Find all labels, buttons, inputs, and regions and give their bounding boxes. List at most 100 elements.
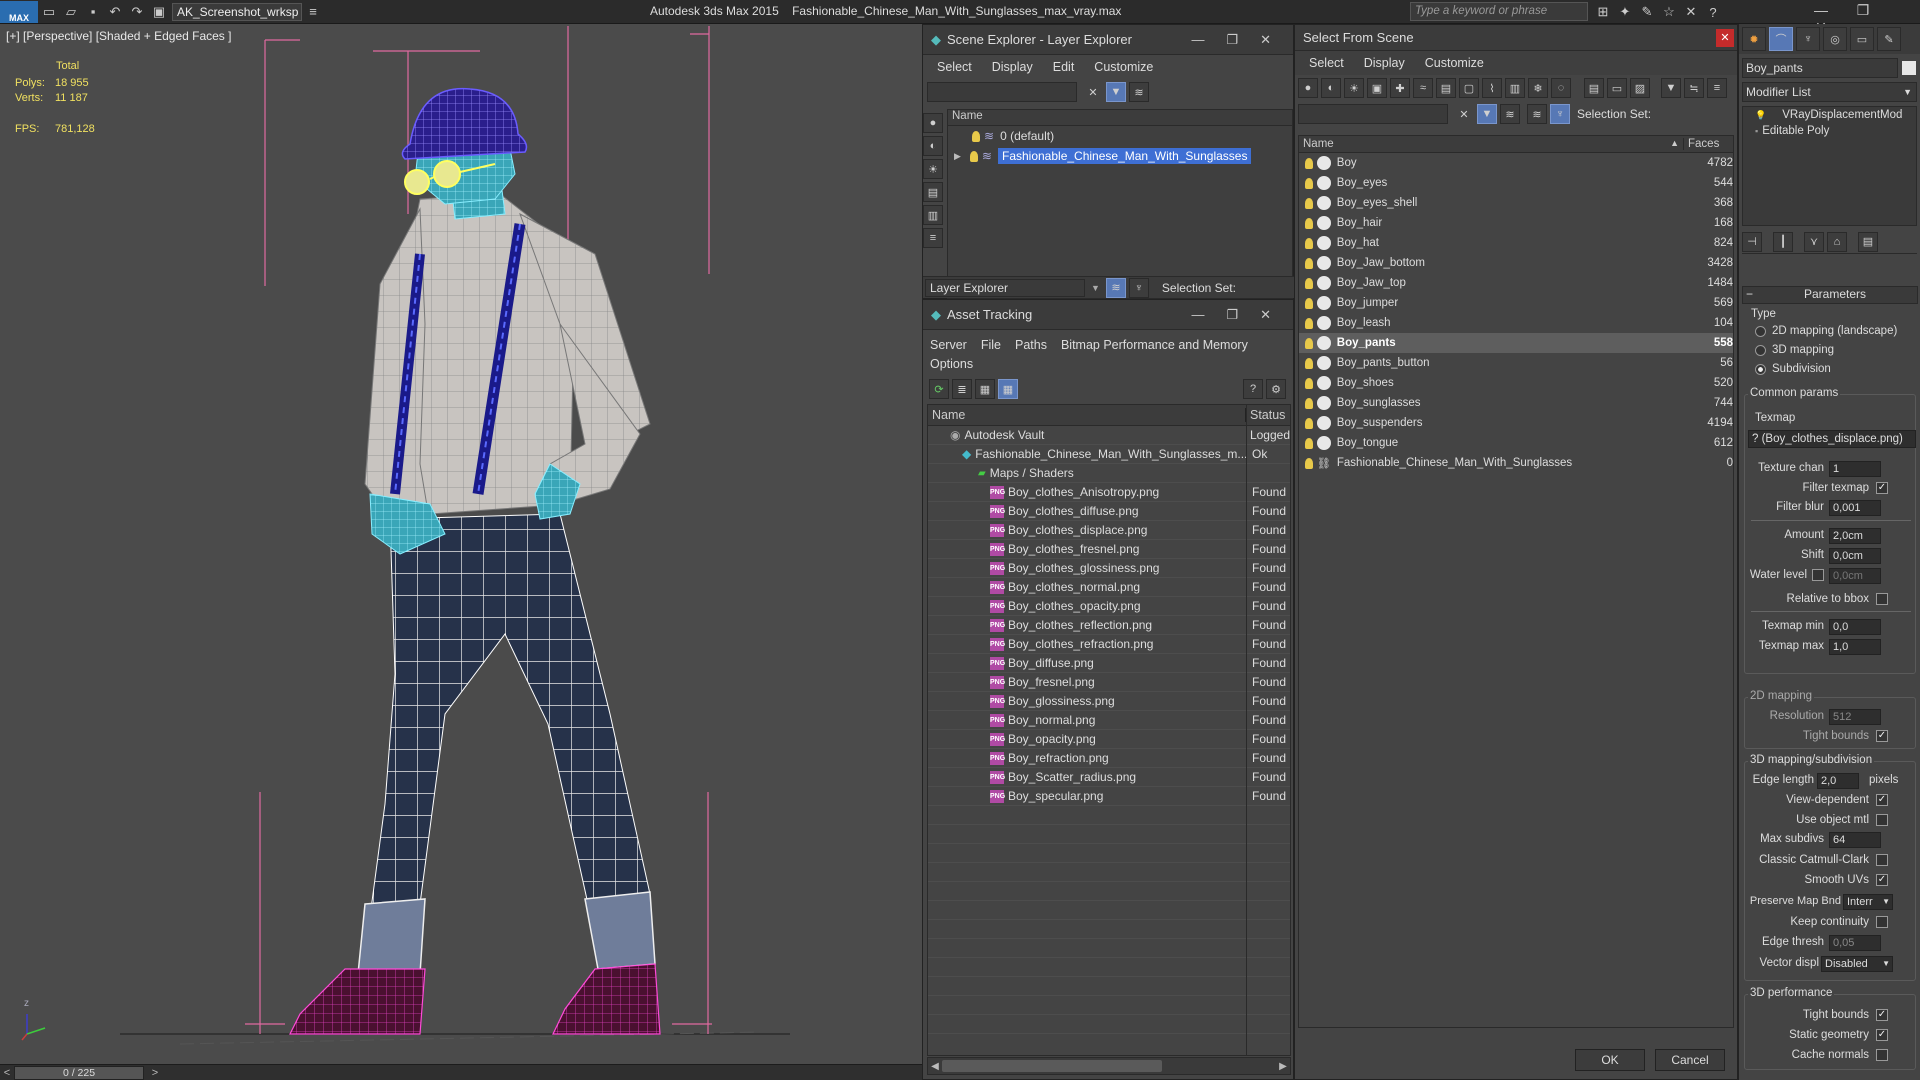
layer-list-header[interactable]: Name (948, 110, 1292, 126)
asset-row[interactable]: PNG Boy_clothes_displace.png Found (928, 521, 1290, 540)
object-row[interactable]: Boy_tongue 612 (1299, 433, 1733, 453)
static-geometry-checkbox[interactable]: ✓ (1876, 1029, 1888, 1041)
display-tab-icon[interactable]: ▭ (1850, 27, 1874, 51)
layer-row-man[interactable]: ▶ ≋ Fashionable_Chinese_Man_With_Sunglas… (948, 146, 1292, 166)
col-name-header[interactable]: Name (928, 408, 1246, 422)
menu-display[interactable]: Display (1364, 56, 1405, 70)
visibility-bulb-icon[interactable] (1305, 157, 1313, 169)
visibility-bulb-icon[interactable] (1305, 437, 1313, 449)
object-row[interactable]: Boy_suspenders 4194 (1299, 413, 1733, 433)
close-icon[interactable]: ✕ (1716, 28, 1734, 47)
thumbnail-view-icon[interactable]: ▦ (975, 379, 995, 399)
perspective-viewport[interactable]: [+] [Perspective] [Shaded + Edged Faces … (0, 24, 922, 1068)
subscription-icon[interactable]: ✦ (1614, 2, 1636, 22)
show-end-result-icon[interactable]: ┃ (1773, 231, 1793, 252)
radio-2d[interactable] (1755, 325, 1766, 337)
menu-file[interactable]: File (981, 338, 1001, 352)
asset-row[interactable]: PNG Boy_opacity.png Found (928, 730, 1290, 749)
object-row[interactable]: Boy_hair 168 (1299, 213, 1733, 233)
utilities-tab-icon[interactable]: ✎ (1877, 27, 1901, 51)
filter-groups-icon[interactable]: ▤ (1436, 78, 1456, 98)
visibility-bulb-icon[interactable] (1305, 377, 1313, 389)
menu-options[interactable]: Options (930, 357, 973, 371)
layer-explorer-icon[interactable]: ≋ (1105, 277, 1126, 298)
refresh-icon[interactable]: ⟳ (929, 379, 949, 399)
preserve-map-dropdown[interactable]: Interr ▼ (1843, 894, 1893, 910)
scene-explorer-search-input[interactable] (927, 82, 1077, 102)
select-from-scene-titlebar[interactable]: Select From Scene ✕ (1295, 25, 1737, 51)
texmap-min-spinner[interactable]: 0,0 (1829, 619, 1881, 635)
filter-bones-icon[interactable]: ⌇ (1482, 78, 1502, 98)
asset-row[interactable]: PNG Boy_Scatter_radius.png Found (928, 768, 1290, 787)
explorer-type-dropdown[interactable]: Layer Explorer (925, 278, 1085, 297)
menu-customize[interactable]: Customize (1094, 60, 1153, 74)
motion-tab-icon[interactable]: ◎ (1823, 27, 1847, 51)
type-option-subdivision[interactable]: Subdivision (1755, 363, 1831, 375)
filter-spacewarps-icon[interactable]: ≈ (1413, 78, 1433, 98)
funnel-icon[interactable]: ▼ (1661, 78, 1681, 98)
scene-explorer-titlebar[interactable]: ◆ Scene Explorer - Layer Explorer —❐✕ (923, 25, 1293, 55)
object-row[interactable]: Boy_leash 104 (1299, 313, 1733, 333)
asset-row[interactable]: PNG Boy_clothes_normal.png Found (928, 578, 1290, 597)
search-input[interactable]: Type a keyword or phrase (1410, 2, 1588, 21)
object-row[interactable]: Boy_pants 558 (1299, 333, 1733, 353)
texture-chan-spinner[interactable]: 1 (1829, 461, 1881, 477)
object-name-field[interactable]: Boy_pants (1742, 58, 1898, 78)
asset-row[interactable]: PNG Boy_clothes_Anisotropy.png Found (928, 483, 1290, 502)
max-subdivs-spinner[interactable]: 64 (1829, 832, 1881, 848)
time-slider[interactable]: < 0 / 225 > (0, 1064, 922, 1080)
layers-icon[interactable]: ≋ (1500, 104, 1520, 124)
filter-texmap-checkbox[interactable]: ✓ (1876, 482, 1888, 494)
filter-icon[interactable]: ▼ (1106, 82, 1126, 102)
make-unique-icon[interactable]: ⋎ (1804, 231, 1824, 252)
menu-display[interactable]: Display (992, 60, 1033, 74)
dropdown-arrow-icon[interactable]: ▼ (1903, 87, 1912, 97)
display-cameras-icon[interactable]: ▤ (923, 182, 943, 202)
texmap-button[interactable]: ? (Boy_clothes_displace.png) (1748, 430, 1916, 448)
app-logo[interactable]: MAX (0, 0, 38, 23)
asset-hscrollbar[interactable]: ◀ ▶ (927, 1057, 1291, 1075)
menu-edit[interactable]: Edit (1053, 60, 1075, 74)
expand-icon[interactable]: ▪ (1755, 126, 1758, 136)
hierarchy-icon[interactable]: ♆ (1128, 277, 1149, 298)
display-all-icon[interactable]: ≡ (923, 228, 943, 248)
layer-explorer-icon[interactable]: ≋ (1527, 104, 1547, 124)
col-faces-header[interactable]: Faces (1684, 138, 1719, 150)
create-tab-icon[interactable]: ✹ (1742, 27, 1766, 51)
asset-row[interactable]: PNG Boy_fresnel.png Found (928, 673, 1290, 692)
bulb-icon[interactable]: 💡 (1755, 110, 1766, 121)
filter-lights-icon[interactable]: ☀ (1344, 78, 1364, 98)
scroll-thumb[interactable] (942, 1060, 1162, 1072)
radio-subdivision[interactable] (1755, 363, 1766, 375)
visibility-bulb-icon[interactable] (1305, 197, 1313, 209)
display-lights-icon[interactable]: ☀ (923, 159, 943, 179)
menu-server[interactable]: Server (930, 338, 967, 352)
object-row[interactable]: Boy_hat 824 (1299, 233, 1733, 253)
settings-icon[interactable]: ⚙ (1266, 379, 1286, 399)
edge-length-spinner[interactable]: 2,0 (1817, 773, 1859, 789)
layer-row-default[interactable]: ≋ 0 (default) (948, 126, 1292, 146)
clear-search-icon[interactable]: ✕ (1454, 104, 1474, 124)
configure-sets-icon[interactable]: ▤ (1858, 231, 1878, 252)
texmap-max-spinner[interactable]: 1,0 (1829, 639, 1881, 655)
remove-modifier-icon[interactable]: ⌂ (1827, 231, 1847, 252)
object-row[interactable]: ⛓ Fashionable_Chinese_Man_With_Sunglasses… (1299, 453, 1733, 473)
restore-icon[interactable]: ❐ (1842, 2, 1884, 19)
object-row[interactable]: Boy 4782 (1299, 153, 1733, 173)
favorites-icon[interactable]: ☆ (1658, 2, 1680, 22)
menu-select[interactable]: Select (937, 60, 972, 74)
cancel-button[interactable]: Cancel (1655, 1049, 1725, 1071)
binoculars-icon[interactable]: ⊞ (1592, 2, 1614, 22)
type-option-2d[interactable]: 2D mapping (landscape) (1755, 325, 1897, 337)
asset-row[interactable]: PNG Boy_clothes_reflection.png Found (928, 616, 1290, 635)
time-slider-thumb[interactable]: 0 / 225 (14, 1065, 144, 1080)
hierarchy-tab-icon[interactable]: ♆ (1796, 27, 1820, 51)
communication-icon[interactable]: ✎ (1636, 2, 1658, 22)
stack-item-editpoly[interactable]: ▪ Editable Poly (1743, 123, 1916, 139)
stack-item-vray[interactable]: 💡 VRayDisplacementMod (1743, 107, 1916, 123)
save-icon[interactable]: ▪ (82, 2, 104, 22)
select-invert-icon[interactable]: ▨ (1630, 78, 1650, 98)
layer-visibility-icon[interactable] (969, 150, 978, 162)
filter-icon[interactable]: ▼ (1477, 104, 1497, 124)
table-view-icon[interactable]: ▦ (998, 379, 1018, 399)
